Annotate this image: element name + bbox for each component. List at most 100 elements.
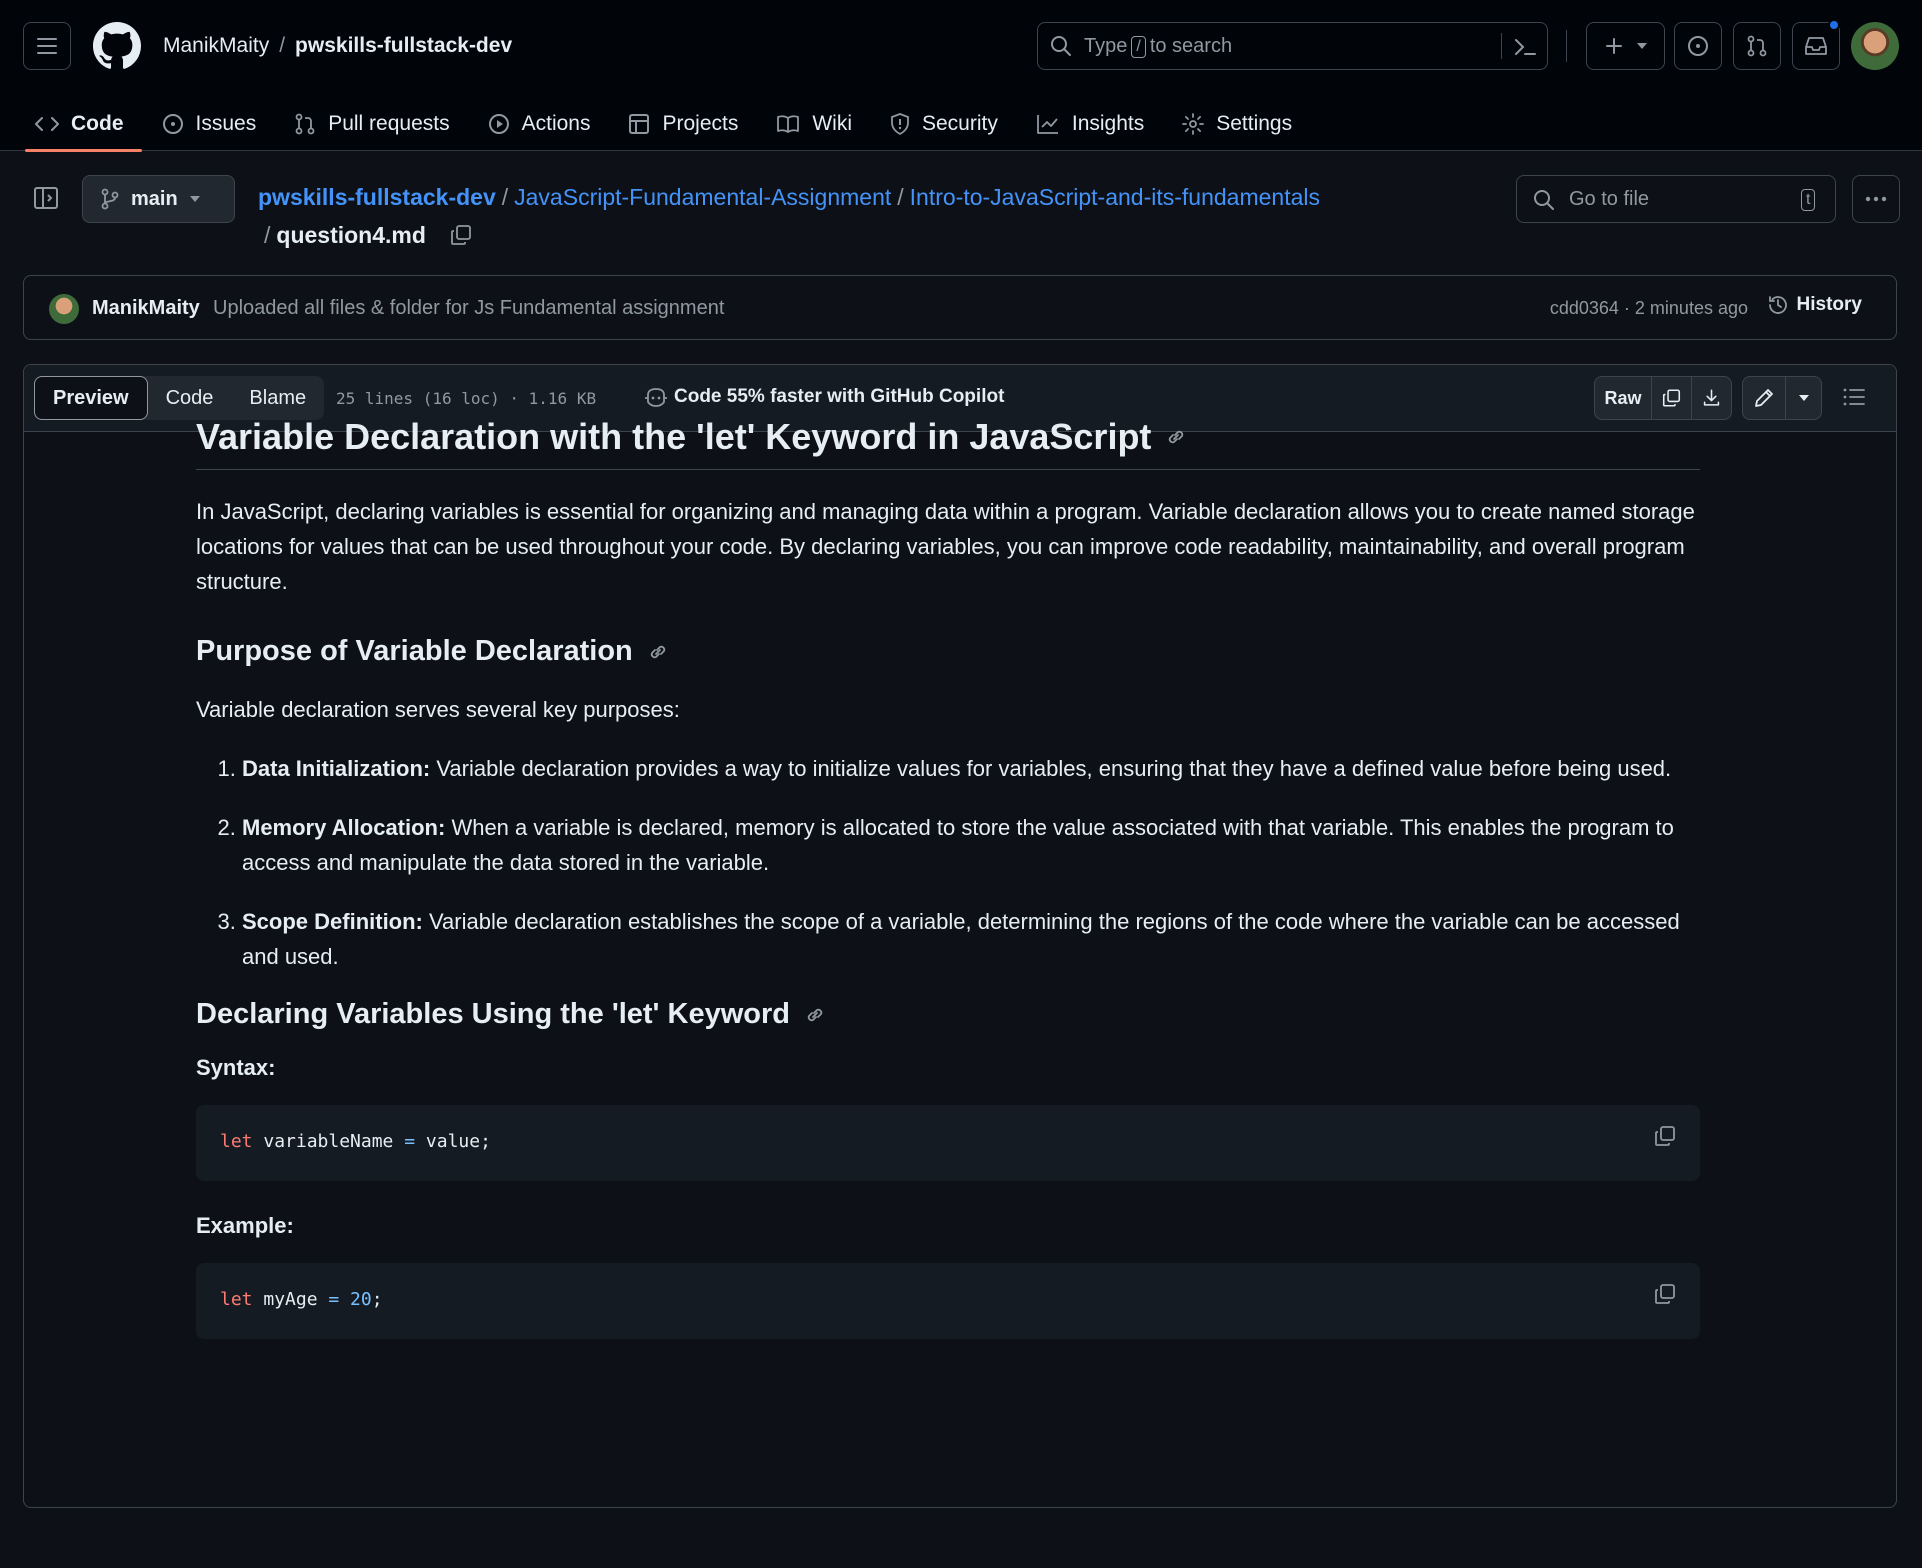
download-button[interactable] <box>1691 377 1731 419</box>
gear-icon <box>1182 113 1205 135</box>
history-label: History <box>1796 294 1862 315</box>
command-palette-divider <box>1501 33 1502 59</box>
code-keyword: let <box>220 1131 253 1152</box>
pencil-icon <box>1755 389 1773 407</box>
copy-path-icon[interactable] <box>450 224 472 246</box>
pull-requests-button[interactable] <box>1733 22 1781 70</box>
breadcrumb-separator: / <box>897 184 904 210</box>
copy-icon[interactable] <box>1654 1125 1676 1147</box>
copilot-promo-link[interactable]: Code 55% faster with GitHub Copilot <box>644 386 1004 408</box>
book-icon <box>777 115 800 133</box>
author-avatar[interactable] <box>49 294 79 324</box>
github-logo[interactable] <box>93 22 141 70</box>
repo-breadcrumb: ManikMaity / pwskills-fullstack-dev <box>163 34 512 58</box>
plus-icon <box>1605 38 1622 54</box>
issue-opened-icon <box>1688 36 1708 56</box>
tab-security-label: Security <box>922 112 998 135</box>
tab-actions-label: Actions <box>521 112 591 135</box>
menu-button[interactable] <box>23 22 71 70</box>
code-keyword: let <box>220 1289 253 1310</box>
global-header: ManikMaity / pwskills-fullstack-dev Type… <box>0 0 1922 152</box>
tab-pull-requests[interactable]: Pull requests <box>294 96 467 152</box>
edit-options-dropdown[interactable] <box>1785 377 1821 419</box>
owner-link[interactable]: ManikMaity <box>163 34 269 58</box>
search-input[interactable]: Type / to search <box>1037 22 1548 70</box>
commit-author[interactable]: ManikMaity <box>92 297 200 320</box>
go-to-file-input[interactable]: Go to file t <box>1516 175 1836 223</box>
link-icon[interactable] <box>1165 426 1187 448</box>
kebab-horizontal-icon <box>1865 196 1887 202</box>
file-meta: 25 lines (16 loc) · 1.16 KB <box>336 389 597 408</box>
inbox-button[interactable] <box>1792 19 1840 70</box>
commit-sha-time[interactable]: cdd0364 · 2 minutes ago <box>1550 298 1748 319</box>
tab-actions[interactable]: Actions <box>488 96 609 152</box>
breadcrumb-repo-link[interactable]: pwskills-fullstack-dev <box>258 184 496 210</box>
link-icon[interactable] <box>804 1004 826 1026</box>
list-item: Scope Definition: Variable declaration e… <box>242 904 1700 974</box>
tab-code[interactable]: Code <box>25 96 142 152</box>
list-item-term: Data Initialization: <box>242 756 431 781</box>
list-item-text: When a variable is declared, memory is a… <box>242 815 1674 875</box>
let-heading-text: Declaring Variables Using the 'let' Keyw… <box>196 998 790 1030</box>
copy-raw-button[interactable] <box>1651 377 1691 419</box>
copilot-promo-label: Code 55% faster with GitHub Copilot <box>674 386 1005 407</box>
tab-settings[interactable]: Settings <box>1182 96 1310 152</box>
table-icon <box>629 114 650 134</box>
edit-group <box>1742 376 1822 420</box>
purpose-list: Data Initialization: Variable declaratio… <box>196 751 1700 974</box>
header-divider <box>1566 30 1567 62</box>
file-breadcrumb: pwskills-fullstack-dev / JavaScript-Fundam… <box>258 178 1348 254</box>
breadcrumb-folder-link[interactable]: JavaScript-Fundamental-Assignment <box>514 184 891 210</box>
purpose-heading: Purpose of Variable Declaration <box>196 635 1700 668</box>
list-item: Memory Allocation: When a variable is de… <box>242 810 1700 880</box>
code-number: 20 <box>339 1289 372 1310</box>
issues-button[interactable] <box>1674 22 1722 70</box>
list-item-term: Scope Definition: <box>242 909 423 934</box>
tab-issues[interactable]: Issues <box>162 96 275 152</box>
breadcrumb-subfolder-link[interactable]: Intro-to-JavaScript-and-its-fundamentals <box>910 184 1320 210</box>
tab-wiki[interactable]: Wiki <box>776 96 870 152</box>
link-icon[interactable] <box>647 641 669 663</box>
purpose-intro: Variable declaration serves several key … <box>196 697 680 722</box>
tab-wiki-label: Wiki <box>812 112 852 135</box>
command-palette-icon[interactable] <box>1513 36 1537 58</box>
raw-button[interactable]: Raw <box>1595 377 1651 419</box>
tab-projects[interactable]: Projects <box>628 96 756 152</box>
notification-dot <box>1828 19 1840 31</box>
tab-code-label: Code <box>71 112 124 135</box>
commit-message[interactable]: Uploaded all files & folder for Js Funda… <box>213 297 724 320</box>
chevron-down-icon <box>1798 395 1809 401</box>
outline-button[interactable] <box>1842 386 1866 408</box>
git-branch-icon <box>101 188 119 210</box>
list-item: Data Initialization: Variable declaratio… <box>242 751 1700 786</box>
branch-selector[interactable]: main <box>82 175 235 223</box>
preview-tab[interactable]: Preview <box>34 376 148 420</box>
git-pull-request-icon <box>1747 35 1767 57</box>
toggle-file-tree-button[interactable] <box>33 186 59 210</box>
tab-projects-label: Projects <box>662 112 739 135</box>
history-button[interactable]: History <box>1767 294 1862 316</box>
chevron-down-icon <box>1636 43 1647 49</box>
tab-pull-requests-label: Pull requests <box>328 112 450 135</box>
play-icon <box>488 114 509 134</box>
search-icon <box>1051 36 1071 56</box>
breadcrumb-separator: / <box>264 222 271 248</box>
repo-link[interactable]: pwskills-fullstack-dev <box>295 34 512 58</box>
create-new-button[interactable] <box>1586 22 1665 70</box>
code-terminator: ; <box>371 1289 383 1310</box>
code-operator: = <box>328 1289 340 1310</box>
doc-title: Variable Declaration with the 'let' Keyw… <box>196 414 1700 470</box>
search-icon <box>1534 190 1554 210</box>
doc-title-text: Variable Declaration with the 'let' Keyw… <box>196 416 1152 457</box>
user-avatar[interactable] <box>1851 22 1899 70</box>
tab-security[interactable]: Security <box>890 96 1016 152</box>
sidebar-expand-icon <box>34 187 58 209</box>
list-item-term: Memory Allocation: <box>242 815 446 840</box>
search-placeholder: Type / to search <box>1084 35 1232 58</box>
edit-file-button[interactable] <box>1743 377 1785 419</box>
tab-insights[interactable]: Insights <box>1036 96 1162 152</box>
more-options-button[interactable] <box>1852 175 1900 223</box>
copy-icon[interactable] <box>1654 1283 1676 1305</box>
history-icon <box>1768 296 1787 314</box>
repo-nav-tabs: Code Issues Pull requests Actions Projec… <box>25 96 1330 152</box>
